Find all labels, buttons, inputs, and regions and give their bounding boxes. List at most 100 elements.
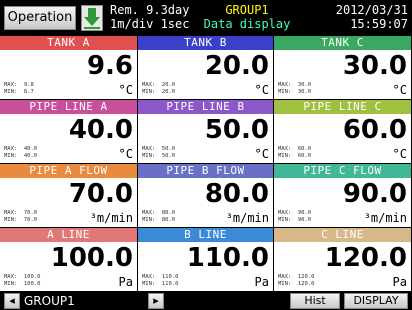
channel-min-label: MIN:: [142, 281, 156, 287]
channel-title: PIPE LINE C: [274, 100, 411, 114]
channel-min: MIN: 8.7: [4, 89, 34, 96]
channel-min-value: 20.0: [161, 89, 176, 95]
channel-min-label: MIN:: [278, 217, 292, 223]
channel-unit: ³m/min: [225, 211, 269, 225]
channel-min: MIN: 110.0: [142, 281, 178, 288]
channel-value: 80.0: [204, 179, 269, 209]
channel-min: MIN: 80.0: [142, 217, 175, 224]
channel-panel[interactable]: PIPE A FLOW 70.0 ³m/min MAX: 70.0 MIN: 70.0: [0, 164, 138, 228]
channel-title: A LINE: [0, 228, 137, 242]
channel-unit: Pa: [118, 275, 133, 289]
channel-min-value: 70.0: [23, 217, 38, 223]
channel-min: MIN: 60.0: [278, 153, 311, 160]
channel-panel[interactable]: TANK C 30.0 °C MAX: 30.0 MIN: 30.0: [274, 36, 412, 100]
channel-grid: TANK A 9.6 °C MAX: 9.8 MIN: 8.7 TANK B 20.0 °C M…: [0, 36, 412, 292]
channel-unit: ³m/min: [89, 211, 133, 225]
channel-value: 90.0: [342, 179, 407, 209]
footer-group-label: GROUP1: [24, 294, 75, 308]
channel-value: 20.0: [204, 51, 269, 81]
channel-title: PIPE LINE A: [0, 100, 137, 114]
channel-panel[interactable]: C LINE 120.0 Pa MAX: 120.0 MIN: 120.0: [274, 228, 412, 292]
channel-max: MAX: 110.0: [142, 274, 178, 281]
channel-max-value: 20.0: [161, 82, 176, 88]
next-group-button[interactable]: ▸: [148, 293, 164, 309]
channel-max-min: MAX: 50.0 MIN: 50.0: [142, 146, 175, 160]
memory-status: Rem. 9.3day 1m/div 1sec: [110, 3, 189, 31]
channel-max-label: MAX:: [4, 274, 18, 280]
channel-min: MIN: 70.0: [4, 217, 37, 224]
channel-min: MIN: 40.0: [4, 153, 37, 160]
channel-panel[interactable]: PIPE B FLOW 80.0 ³m/min MAX: 80.0 MIN: 80.0: [138, 164, 274, 228]
channel-max-value: 9.8: [23, 82, 34, 88]
channel-unit: °C: [392, 83, 407, 97]
channel-max-min: MAX: 70.0 MIN: 70.0: [4, 210, 37, 224]
channel-min-label: MIN:: [142, 217, 156, 223]
channel-unit: °C: [254, 147, 269, 161]
hist-button[interactable]: Hist: [290, 293, 340, 309]
channel-max-label: MAX:: [278, 82, 292, 88]
channel-unit: °C: [118, 83, 133, 97]
channel-min: MIN: 90.0: [278, 217, 311, 224]
channel-panel[interactable]: PIPE LINE C 60.0 °C MAX: 60.0 MIN: 60.0: [274, 100, 412, 164]
channel-min-label: MIN:: [4, 89, 18, 95]
channel-panel[interactable]: PIPE LINE B 50.0 °C MAX: 50.0 MIN: 50.0: [138, 100, 274, 164]
channel-panel[interactable]: PIPE C FLOW 90.0 ³m/min MAX: 90.0 MIN: 90.0: [274, 164, 412, 228]
channel-min: MIN: 20.0: [142, 89, 175, 96]
channel-min-value: 100.0: [23, 281, 41, 287]
channel-max-label: MAX:: [142, 82, 156, 88]
channel-min: MIN: 50.0: [142, 153, 175, 160]
channel-max-label: MAX:: [4, 82, 18, 88]
channel-max-min: MAX: 120.0 MIN: 120.0: [278, 274, 314, 288]
channel-max: MAX: 40.0: [4, 146, 37, 153]
channel-value: 30.0: [342, 51, 407, 81]
channel-unit: °C: [392, 147, 407, 161]
channel-title: PIPE C FLOW: [274, 164, 411, 178]
channel-min: MIN: 30.0: [278, 89, 311, 96]
channel-min-value: 110.0: [161, 281, 179, 287]
channel-title: PIPE B FLOW: [138, 164, 273, 178]
channel-panel[interactable]: A LINE 100.0 Pa MAX: 100.0 MIN: 100.0: [0, 228, 138, 292]
channel-title: TANK C: [274, 36, 411, 50]
footer-bar: ◂ GROUP1 ▸ Hist DISPLAY: [0, 292, 412, 310]
channel-max-min: MAX: 60.0 MIN: 60.0: [278, 146, 311, 160]
channel-min-label: MIN:: [278, 153, 292, 159]
channel-min-value: 30.0: [297, 89, 312, 95]
group-indicator: GROUP1 Data display: [192, 3, 302, 31]
operation-button[interactable]: Operation: [4, 6, 76, 30]
channel-unit: ³m/min: [363, 211, 407, 225]
channel-panel[interactable]: TANK B 20.0 °C MAX: 20.0 MIN: 20.0: [138, 36, 274, 100]
channel-value: 120.0: [324, 243, 407, 273]
channel-max: MAX: 20.0: [142, 82, 175, 89]
download-icon[interactable]: [81, 5, 103, 31]
channel-min: MIN: 100.0: [4, 281, 40, 288]
channel-panel[interactable]: PIPE LINE A 40.0 °C MAX: 40.0 MIN: 40.0: [0, 100, 138, 164]
channel-title: B LINE: [138, 228, 273, 242]
channel-unit: Pa: [392, 275, 407, 289]
clock: 2012/03/31 15:59:07: [336, 3, 408, 31]
channel-min-label: MIN:: [142, 153, 156, 159]
channel-max-label: MAX:: [278, 274, 292, 280]
channel-max-label: MAX:: [142, 274, 156, 280]
channel-min-label: MIN:: [4, 281, 18, 287]
channel-max-value: 90.0: [297, 210, 312, 216]
channel-value: 9.6: [86, 51, 133, 81]
channel-title: TANK A: [0, 36, 137, 50]
channel-max: MAX: 30.0: [278, 82, 311, 89]
channel-min-label: MIN:: [142, 89, 156, 95]
channel-max-value: 100.0: [23, 274, 41, 280]
prev-group-button[interactable]: ◂: [4, 293, 20, 309]
channel-max-min: MAX: 90.0 MIN: 90.0: [278, 210, 311, 224]
display-button[interactable]: DISPLAY: [344, 293, 408, 309]
channel-panel[interactable]: TANK A 9.6 °C MAX: 9.8 MIN: 8.7: [0, 36, 138, 100]
channel-min-value: 50.0: [161, 153, 176, 159]
channel-max: MAX: 90.0: [278, 210, 311, 217]
channel-min-value: 120.0: [297, 281, 315, 287]
channel-value: 60.0: [342, 115, 407, 145]
channel-min-label: MIN:: [4, 217, 18, 223]
chevron-right-icon: ▸: [153, 294, 159, 307]
channel-min-label: MIN:: [278, 89, 292, 95]
channel-max-value: 50.0: [161, 146, 176, 152]
channel-max-label: MAX:: [278, 210, 292, 216]
channel-panel[interactable]: B LINE 110.0 Pa MAX: 110.0 MIN: 110.0: [138, 228, 274, 292]
channel-max-min: MAX: 20.0 MIN: 20.0: [142, 82, 175, 96]
